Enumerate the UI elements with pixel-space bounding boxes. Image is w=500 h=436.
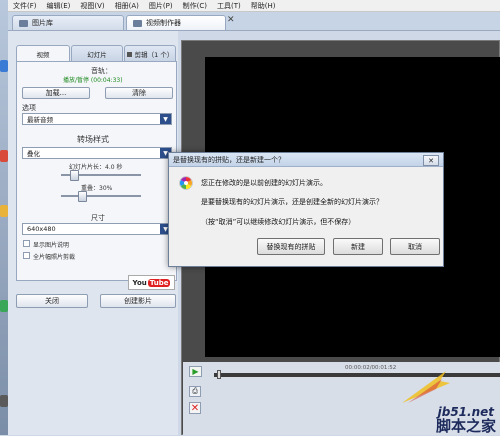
cancel-button[interactable]: 取消 (390, 238, 440, 255)
watermark-arrow-logo (402, 371, 450, 403)
tab-clips-label: 剪辑（1 个） (134, 51, 174, 59)
delete-icon[interactable]: ✕ (189, 402, 201, 414)
new-button[interactable]: 新建 (333, 238, 383, 255)
picasa-icon (179, 176, 193, 190)
menubar: 文件(F) 编辑(E) 视图(V) 相册(A) 图片(P) 制作(C) 工具(T… (8, 0, 500, 12)
dialog-title: 是替换现有的拼贴，还是新建一个？ (173, 155, 285, 164)
transition-title: 转场样式 (77, 135, 109, 144)
youtube-button[interactable]: You Tube (128, 275, 175, 290)
tab-video-maker[interactable]: 视频制作器 (126, 15, 226, 30)
desktop-icon (0, 300, 8, 312)
crop-checkbox[interactable] (23, 252, 30, 259)
dialog-titlebar: 是替换现有的拼贴，还是新建一个？ ✕ (169, 153, 443, 167)
size-value: 640x480 (27, 225, 56, 233)
panel-tabs: 视频 幻灯片 剪辑（1 个） (16, 45, 176, 62)
youtube-you: You (132, 278, 147, 287)
youtube-tube: Tube (147, 278, 171, 287)
dialog-line2: 是要替换现有的幻灯片演示，还是创建全新的幻灯片演示？ (201, 198, 383, 206)
desktop-icon (0, 150, 8, 162)
option-value: 最新音频 (27, 116, 53, 124)
close-button[interactable]: 关闭 (16, 294, 88, 308)
tab-video-label: 视频 (36, 51, 50, 59)
tab-slideshow-label: 幻灯片 (87, 51, 107, 59)
desktop-icon (0, 395, 8, 407)
tab-bar: 图片库 视频制作器 ✕ (8, 12, 500, 31)
overlap-slider[interactable] (78, 191, 87, 202)
tab-video-maker-label: 视频制作器 (146, 19, 181, 27)
playhead-handle[interactable] (217, 370, 221, 379)
show-caption-checkbox[interactable] (23, 240, 30, 247)
tab-video[interactable]: 视频 (16, 45, 70, 62)
video-settings-panel: 音轨： 播放/暂停 (00:04:33) 加载... 清除 选项 最新音频 ▼ … (16, 61, 177, 281)
menu-tools[interactable]: 工具(T) (212, 1, 246, 11)
menu-help[interactable]: 帮助(H) (246, 1, 281, 11)
size-select[interactable]: 640x480 ▼ (22, 223, 172, 235)
clip-icon (126, 51, 132, 57)
menu-create[interactable]: 制作(C) (178, 1, 212, 11)
desktop-icon (0, 60, 8, 72)
show-caption-label: 显示图片说明 (33, 242, 70, 249)
create-movie-button[interactable]: 创建影片 (100, 294, 176, 308)
option-select[interactable]: 最新音频 ▼ (22, 113, 172, 125)
tab-library-label: 图片库 (32, 19, 53, 27)
dialog-line3: （按“取消”可以继续修改幻灯片演示，但不保存） (201, 218, 356, 226)
transition-value: 叠化 (27, 150, 40, 158)
desktop-icon (0, 205, 8, 217)
tab-clips[interactable]: 剪辑（1 个） (124, 45, 176, 62)
option-label: 选项 (22, 104, 36, 112)
transition-select[interactable]: 叠化 ▼ (22, 147, 172, 159)
chevron-down-icon: ▼ (160, 114, 171, 124)
play-icon[interactable]: ▶ (189, 366, 202, 377)
dialog-line1: 您正在修改的是以前创建的幻灯片演示。 (201, 179, 327, 187)
menu-view[interactable]: 视图(V) (75, 1, 109, 11)
size-title: 尺寸 (91, 214, 105, 222)
audio-status: 播放/暂停 (00:04:33) (63, 77, 123, 84)
overlap-slider-track (61, 195, 141, 197)
close-tab-icon[interactable]: ✕ (227, 15, 235, 25)
tab-library[interactable]: 图片库 (12, 15, 124, 30)
close-icon[interactable]: ✕ (423, 155, 439, 166)
menu-album[interactable]: 相册(A) (110, 1, 144, 11)
add-audio-button[interactable]: 加载... (22, 87, 90, 99)
menu-picture[interactable]: 图片(P) (144, 1, 178, 11)
library-icon (19, 19, 28, 27)
replace-or-new-dialog: 是替换现有的拼贴，还是新建一个？ ✕ 您正在修改的是以前创建的幻灯片演示。 是要… (168, 152, 444, 267)
duration-slider[interactable] (70, 170, 79, 181)
clear-audio-button[interactable]: 清除 (105, 87, 173, 99)
menu-file[interactable]: 文件(F) (8, 1, 42, 11)
menu-edit[interactable]: 编辑(E) (42, 1, 76, 11)
crop-label: 全片幅照片剪裁 (33, 254, 76, 261)
timecode: 00:00:02/00:01:52 (345, 365, 397, 371)
video-icon (133, 19, 142, 27)
watermark-name: 脚本之家 (435, 417, 496, 435)
tab-slideshow[interactable]: 幻灯片 (71, 45, 123, 62)
desktop-edge (0, 0, 8, 435)
watermark: jb51.net 脚本之家 (400, 365, 500, 435)
replace-existing-button[interactable]: 替换现有的拼贴 (257, 238, 325, 255)
export-icon[interactable]: ⎙ (189, 386, 201, 397)
